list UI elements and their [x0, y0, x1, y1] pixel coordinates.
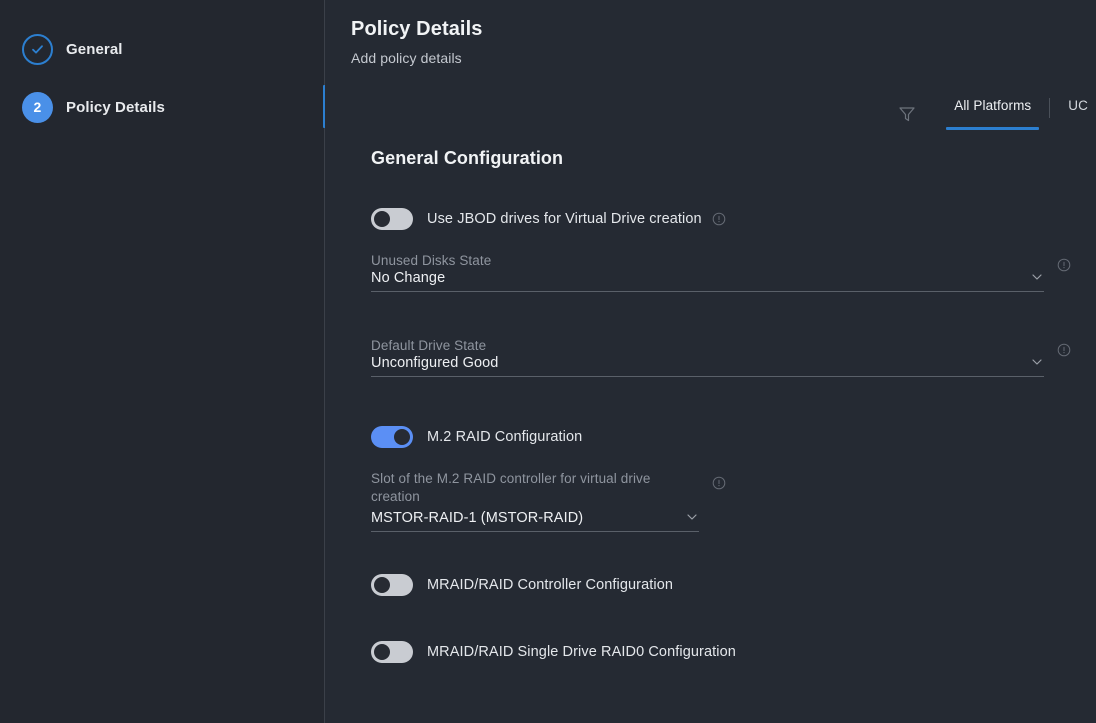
page-subtitle: Add policy details: [351, 50, 462, 66]
info-icon[interactable]: [1057, 343, 1071, 357]
mraid-single-drive-toggle[interactable]: [371, 641, 413, 663]
mraid-controller-toggle-row: MRAID/RAID Controller Configuration: [371, 574, 1096, 596]
info-icon[interactable]: [712, 476, 726, 490]
chevron-down-icon[interactable]: [1030, 355, 1044, 369]
info-icon[interactable]: [1057, 258, 1071, 272]
check-circle-icon: [22, 33, 53, 65]
tab-all-platforms[interactable]: All Platforms: [946, 98, 1040, 130]
unused-disks-state-field[interactable]: Unused Disks State No Change: [371, 252, 1071, 292]
chevron-down-icon[interactable]: [685, 510, 699, 524]
sidebar-step-label-policy-details: Policy Details: [66, 98, 165, 116]
tab-separator: [1049, 98, 1051, 118]
sidebar-step-policy-details[interactable]: 2 Policy Details: [0, 90, 325, 124]
toggle-knob: [374, 644, 390, 660]
toggle-knob: [394, 429, 410, 445]
default-drive-state-value: Unconfigured Good: [371, 355, 499, 371]
m2-raid-toggle-row: M.2 RAID Configuration: [371, 426, 1096, 448]
jbod-toggle[interactable]: [371, 208, 413, 230]
chevron-down-icon[interactable]: [1030, 270, 1044, 284]
filter-icon[interactable]: [896, 103, 918, 125]
sidebar-step-label-general: General: [66, 40, 123, 58]
tab-ucs-server-label: UC: [1068, 98, 1088, 113]
toggle-knob: [374, 577, 390, 593]
platform-toolbar: All Platforms UC: [325, 98, 1096, 130]
wizard-sidebar: General 2 Policy Details: [0, 0, 326, 723]
platform-tabs: All Platforms UC: [946, 98, 1096, 130]
mraid-single-drive-toggle-row: MRAID/RAID Single Drive RAID0 Configurat…: [371, 641, 1096, 663]
unused-disks-state-label: Unused Disks State: [371, 253, 492, 268]
section-title-general-configuration: General Configuration: [371, 148, 564, 168]
jbod-toggle-label: Use JBOD drives for Virtual Drive creati…: [427, 211, 702, 227]
page-title: Policy Details: [351, 18, 483, 40]
m2-slot-control[interactable]: MSTOR-RAID-1 (MSTOR-RAID): [371, 510, 699, 532]
mraid-controller-toggle-label: MRAID/RAID Controller Configuration: [427, 577, 674, 593]
tab-ucs-server[interactable]: UC: [1060, 98, 1096, 130]
default-drive-state-label: Default Drive State: [371, 338, 487, 353]
step-number-badge: 2: [22, 91, 53, 123]
m2-slot-value: MSTOR-RAID-1 (MSTOR-RAID): [371, 510, 584, 526]
mraid-controller-toggle[interactable]: [371, 574, 413, 596]
m2-slot-label: Slot of the M.2 RAID controller for virt…: [371, 471, 651, 504]
default-drive-state-field[interactable]: Default Drive State Unconfigured Good: [371, 337, 1071, 377]
policy-details-panel: Policy Details Add policy details All Pl…: [325, 0, 1096, 723]
step-number-text: 2: [33, 99, 42, 115]
unused-disks-state-value: No Change: [371, 270, 446, 286]
sidebar-step-general[interactable]: General: [0, 32, 325, 66]
jbod-toggle-row: Use JBOD drives for Virtual Drive creati…: [371, 208, 1096, 230]
general-configuration-form: General Configuration Use JBOD drives fo…: [371, 148, 1096, 663]
m2-slot-field[interactable]: Slot of the M.2 RAID controller for virt…: [371, 470, 726, 532]
page-header: Policy Details Add policy details: [325, 0, 1096, 66]
info-icon[interactable]: [712, 212, 726, 226]
m2-raid-toggle[interactable]: [371, 426, 413, 448]
default-drive-state-control[interactable]: Unconfigured Good: [371, 355, 1044, 377]
m2-raid-toggle-label: M.2 RAID Configuration: [427, 429, 583, 445]
tab-all-platforms-label: All Platforms: [954, 98, 1032, 113]
toggle-knob: [374, 211, 390, 227]
mraid-single-drive-toggle-label: MRAID/RAID Single Drive RAID0 Configurat…: [427, 644, 736, 660]
unused-disks-state-control[interactable]: No Change: [371, 270, 1044, 292]
